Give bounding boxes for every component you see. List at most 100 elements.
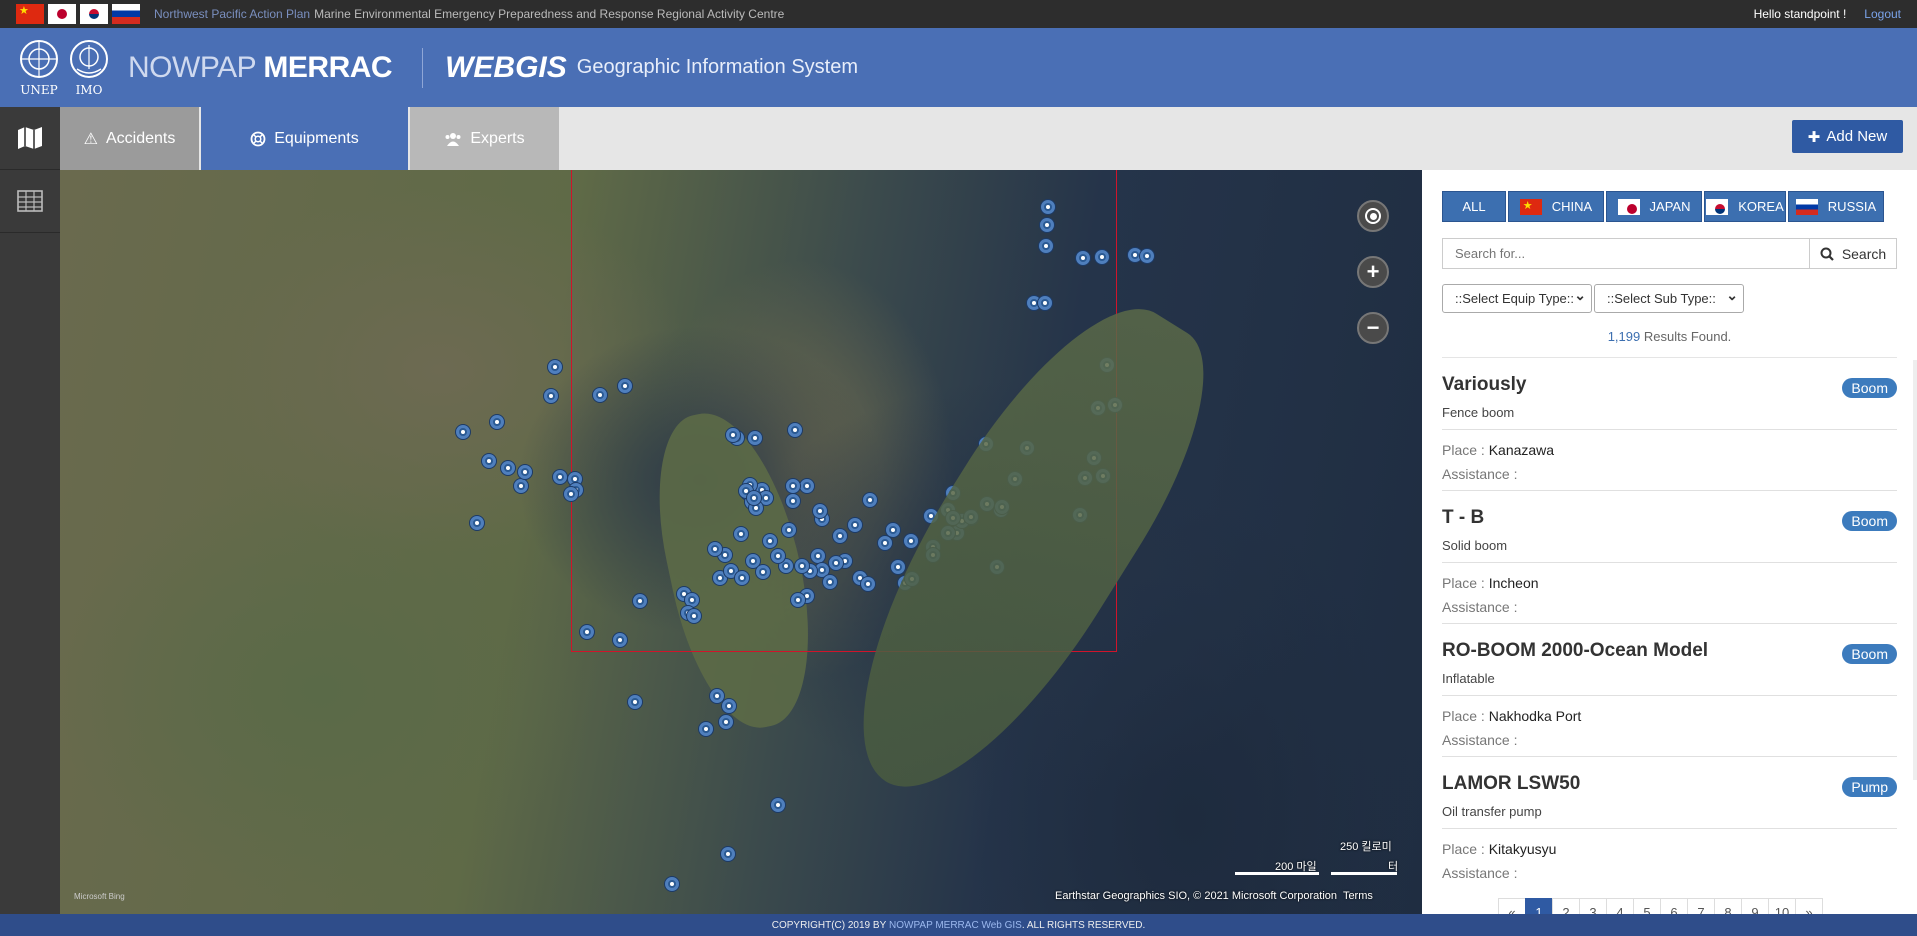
equipment-marker-icon[interactable]	[878, 536, 892, 550]
equipment-marker-icon[interactable]	[941, 526, 955, 540]
equipment-marker-icon[interactable]	[1100, 358, 1114, 372]
filter-all-button[interactable]: ALL	[1442, 191, 1506, 222]
equipment-marker-icon[interactable]	[699, 722, 713, 736]
equipment-marker-icon[interactable]	[564, 487, 578, 501]
equipment-marker-icon[interactable]	[470, 516, 484, 530]
footer-link[interactable]: NOWPAP MERRAC Web GIS	[889, 920, 1022, 931]
page-10[interactable]: 10	[1768, 898, 1796, 914]
equipment-marker-icon[interactable]	[1040, 218, 1054, 232]
equipment-marker-icon[interactable]	[628, 695, 642, 709]
equipment-marker-icon[interactable]	[1096, 469, 1110, 483]
equipment-marker-icon[interactable]	[685, 593, 699, 607]
equipment-marker-icon[interactable]	[964, 511, 978, 525]
equipment-marker-icon[interactable]	[722, 699, 736, 713]
equipment-marker-icon[interactable]	[665, 877, 679, 891]
equipment-marker-icon[interactable]	[1020, 441, 1034, 455]
equipment-marker-icon[interactable]	[553, 470, 567, 484]
korea-flag-icon[interactable]	[80, 4, 108, 24]
equipment-marker-icon[interactable]	[813, 504, 827, 518]
page-2[interactable]: 2	[1552, 898, 1580, 914]
equipment-marker-icon[interactable]	[593, 388, 607, 402]
equipment-marker-icon[interactable]	[979, 437, 993, 451]
equipment-marker-icon[interactable]	[829, 556, 843, 570]
equipment-marker-icon[interactable]	[1091, 401, 1105, 415]
page-3[interactable]: 3	[1579, 898, 1607, 914]
filter-russia-button[interactable]: RUSSIA	[1788, 191, 1884, 222]
equipment-marker-icon[interactable]	[861, 577, 875, 591]
equipment-marker-icon[interactable]	[955, 514, 969, 528]
list-item[interactable]: T - B Boom Solid boom Place : Incheon As…	[1442, 507, 1897, 615]
tab-accidents[interactable]: ⚠ Accidents	[60, 107, 199, 170]
sidebar-item-table[interactable]	[0, 170, 60, 233]
equipment-marker-icon[interactable]	[1039, 239, 1053, 253]
equipment-marker-icon[interactable]	[482, 454, 496, 468]
equipment-marker-icon[interactable]	[1041, 200, 1055, 214]
page-4[interactable]: 4	[1606, 898, 1634, 914]
item-title[interactable]: T - B	[1442, 507, 1897, 529]
equipment-marker-icon[interactable]	[1095, 250, 1109, 264]
equipment-marker-icon[interactable]	[726, 428, 740, 442]
filter-china-button[interactable]: CHINA	[1508, 191, 1604, 222]
map-view[interactable]: + − 250 킬로미 200 마일 터 Earthstar Geographi…	[60, 170, 1422, 914]
item-title[interactable]: Variously	[1442, 374, 1897, 396]
equipment-marker-icon[interactable]	[719, 715, 733, 729]
equipment-marker-icon[interactable]	[514, 479, 528, 493]
tab-equipments[interactable]: Equipments	[201, 107, 408, 170]
russia-flag-icon[interactable]	[112, 4, 140, 24]
equipment-marker-icon[interactable]	[735, 571, 749, 585]
equipment-marker-icon[interactable]	[501, 461, 515, 475]
add-new-button[interactable]: ✚ Add New	[1792, 120, 1903, 153]
equipment-marker-icon[interactable]	[891, 560, 905, 574]
zoom-in-button[interactable]: +	[1357, 256, 1389, 288]
equipment-marker-icon[interactable]	[1038, 296, 1052, 310]
equipment-marker-icon[interactable]	[924, 509, 938, 523]
panel-scrollbar[interactable]	[1913, 360, 1917, 780]
page-prev[interactable]: «	[1498, 898, 1526, 914]
equipment-marker-icon[interactable]	[995, 500, 1009, 514]
equipment-marker-icon[interactable]	[811, 549, 825, 563]
equipment-marker-icon[interactable]	[795, 559, 809, 573]
equipment-marker-icon[interactable]	[1140, 249, 1154, 263]
locate-button[interactable]	[1357, 200, 1389, 232]
equipment-marker-icon[interactable]	[1073, 508, 1087, 522]
equipment-marker-icon[interactable]	[786, 494, 800, 508]
equipment-marker-icon[interactable]	[710, 689, 724, 703]
equipment-marker-icon[interactable]	[747, 491, 761, 505]
equipment-marker-icon[interactable]	[782, 523, 796, 537]
equipment-marker-icon[interactable]	[904, 534, 918, 548]
equipment-marker-icon[interactable]	[791, 593, 805, 607]
tab-experts[interactable]: Experts	[410, 107, 559, 170]
equipment-marker-icon[interactable]	[848, 518, 862, 532]
equipment-marker-icon[interactable]	[800, 479, 814, 493]
equipment-marker-icon[interactable]	[905, 572, 919, 586]
terms-link[interactable]: Terms	[1343, 890, 1373, 902]
japan-flag-icon[interactable]	[48, 4, 76, 24]
equipment-marker-icon[interactable]	[1108, 398, 1122, 412]
list-item[interactable]: Variously Boom Fence boom Place : Kanaza…	[1442, 374, 1897, 482]
filter-japan-button[interactable]: JAPAN	[1606, 191, 1702, 222]
equipment-marker-icon[interactable]	[926, 540, 940, 554]
equipment-marker-icon[interactable]	[950, 526, 964, 540]
equipment-marker-icon[interactable]	[1008, 472, 1022, 486]
page-8[interactable]: 8	[1714, 898, 1742, 914]
equipment-marker-icon[interactable]	[1078, 471, 1092, 485]
equipment-marker-icon[interactable]	[926, 548, 940, 562]
equipment-marker-icon[interactable]	[771, 798, 785, 812]
page-1[interactable]: 1	[1525, 898, 1553, 914]
equipment-marker-icon[interactable]	[833, 529, 847, 543]
equipment-marker-icon[interactable]	[898, 576, 912, 590]
equipment-marker-icon[interactable]	[886, 523, 900, 537]
equipment-marker-icon[interactable]	[613, 633, 627, 647]
equipment-marker-icon[interactable]	[763, 534, 777, 548]
equipment-marker-icon[interactable]	[1087, 451, 1101, 465]
page-5[interactable]: 5	[1633, 898, 1661, 914]
page-6[interactable]: 6	[1660, 898, 1688, 914]
equipment-marker-icon[interactable]	[687, 609, 701, 623]
equipment-marker-icon[interactable]	[618, 379, 632, 393]
equipment-marker-icon[interactable]	[708, 542, 722, 556]
page-next[interactable]: »	[1795, 898, 1823, 914]
item-title[interactable]: LAMOR LSW50	[1442, 773, 1897, 795]
equipment-marker-icon[interactable]	[980, 497, 994, 511]
equipment-marker-icon[interactable]	[1076, 251, 1090, 265]
equipment-marker-icon[interactable]	[456, 425, 470, 439]
